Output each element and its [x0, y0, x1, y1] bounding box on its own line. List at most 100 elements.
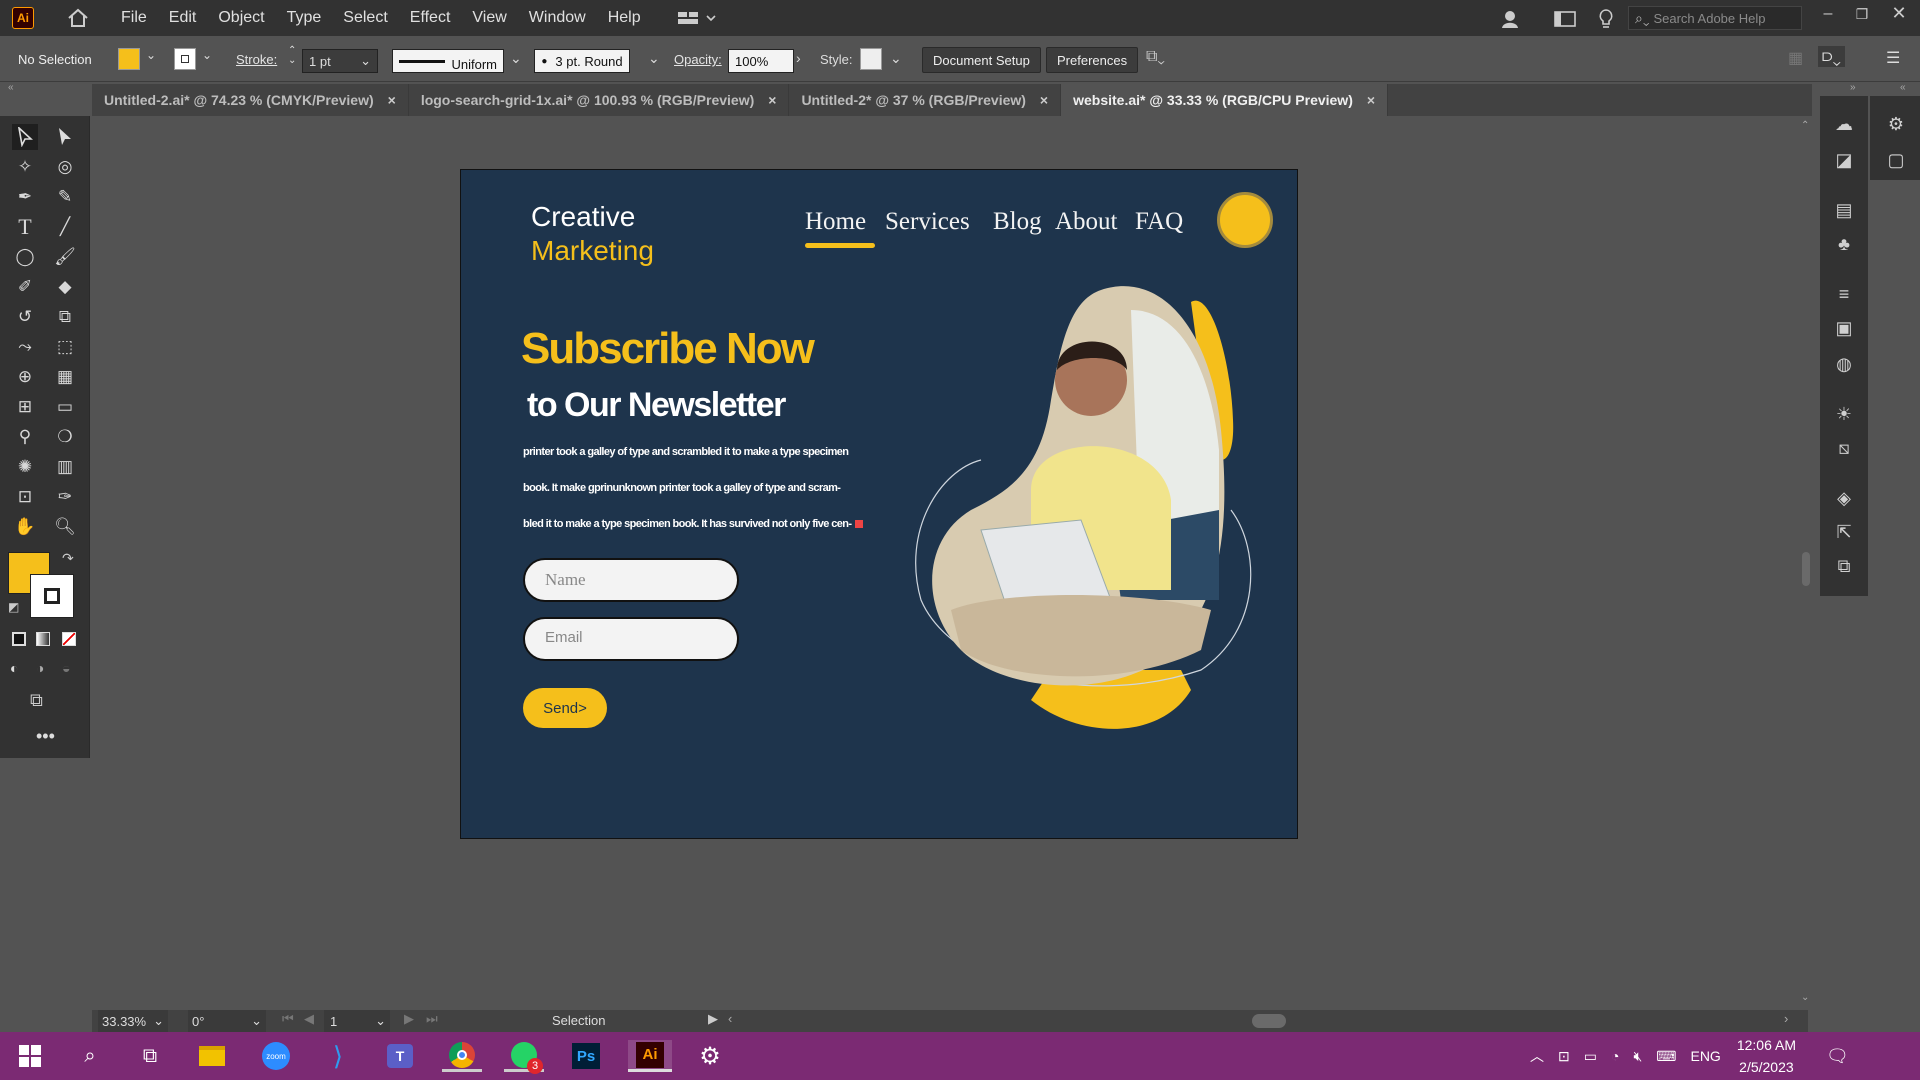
file-explorer-icon[interactable] — [192, 1040, 232, 1072]
default-colors-icon[interactable]: ◩ — [8, 600, 19, 614]
image-trace-icon[interactable]: ◪ — [1830, 148, 1858, 172]
minimize-window-icon[interactable]: – — [1818, 4, 1838, 24]
screen-mode-icon[interactable]: ⧉ — [30, 690, 43, 711]
prev-artboard-icon[interactable]: ◀ — [304, 1011, 314, 1027]
style-dropdown-icon[interactable]: ⌄ — [890, 50, 902, 67]
menu-type[interactable]: Type — [276, 9, 333, 27]
eraser-icon[interactable]: ◆ — [52, 274, 78, 300]
illustrator-icon[interactable]: Ai — [628, 1040, 672, 1072]
tab-untitled-2-rgb[interactable]: Untitled-2* @ 37 % (RGB/Preview) × — [789, 84, 1062, 116]
horizontal-scroll-thumb[interactable] — [1252, 1014, 1286, 1028]
wifi-icon[interactable]: ◔ — [1611, 1048, 1619, 1064]
artboard-tool-icon[interactable]: ⊡ — [12, 484, 38, 510]
name-input[interactable]: Name — [523, 558, 739, 602]
collapse-left-icon[interactable]: « — [8, 82, 14, 93]
zoom-field[interactable]: 33.33% ⌄ — [98, 1010, 168, 1032]
fill-dropdown-icon[interactable]: ⌄ — [146, 48, 156, 62]
shape-builder-icon[interactable]: ⊕ — [12, 364, 38, 390]
volume-muted-icon[interactable]: 🔇︎ — [1633, 1048, 1642, 1065]
opacity-arrow-icon[interactable]: › — [796, 50, 801, 66]
menu-edit[interactable]: Edit — [158, 9, 208, 27]
fill-swatch[interactable] — [118, 48, 140, 70]
profile-circle[interactable] — [1217, 192, 1273, 248]
menu-file[interactable]: File — [110, 9, 158, 27]
notification-icon[interactable]: 🗨︎ — [1826, 1046, 1849, 1067]
email-input[interactable]: Email — [523, 617, 739, 661]
close-window-icon[interactable]: ✕ — [1888, 2, 1910, 24]
user-icon[interactable] — [1498, 6, 1524, 32]
close-icon[interactable]: × — [768, 92, 776, 108]
brush-dropdown-icon[interactable]: ⌄ — [648, 50, 660, 67]
curvature-tool-icon[interactable]: ✎ — [52, 184, 78, 210]
graphic-style-swatch[interactable] — [860, 48, 882, 70]
libraries-icon[interactable]: ☁ — [1830, 112, 1858, 136]
line-tool-icon[interactable]: ╱ — [52, 214, 78, 240]
ellipse-tool-icon[interactable]: ◯ — [12, 244, 38, 270]
opacity-field[interactable]: 100% — [728, 49, 794, 73]
meet-now-icon[interactable]: ⊡ — [1558, 1048, 1570, 1065]
hand-tool-icon[interactable]: ✋ — [12, 514, 38, 540]
swap-colors-icon[interactable]: ↷ — [62, 550, 74, 567]
vscode-icon[interactable]: ⟩ — [318, 1040, 358, 1072]
next-artboard-icon[interactable]: ▶ — [404, 1011, 414, 1027]
menu-select[interactable]: Select — [332, 9, 398, 27]
collapse-right-icon[interactable]: » — [1850, 82, 1856, 93]
lightbulb-icon[interactable] — [1594, 6, 1618, 32]
document-setup-button[interactable]: Document Setup — [922, 47, 1041, 73]
cc-libraries-icon[interactable]: ▢ — [1882, 148, 1910, 172]
free-transform-icon[interactable]: ⬚ — [52, 334, 78, 360]
keyboard-icon[interactable]: ⌨ — [1656, 1048, 1676, 1065]
artboards-panel-icon[interactable]: ⧉ — [1830, 554, 1858, 578]
stroke-stepper-icon[interactable]: ⌃ ⌄ — [288, 46, 296, 66]
column-graph-icon[interactable]: ▥ — [52, 454, 78, 480]
menu-help[interactable]: Help — [597, 9, 652, 27]
variable-width-profile[interactable]: Uniform — [392, 49, 504, 73]
text-overflow-icon[interactable] — [855, 520, 864, 529]
more-tools-icon[interactable]: ••• — [36, 726, 55, 747]
lasso-icon[interactable]: ◎ — [52, 154, 78, 180]
send-button[interactable]: Send> — [523, 688, 607, 728]
nav-services[interactable]: Services — [885, 208, 970, 236]
none-mode-icon[interactable] — [62, 632, 76, 646]
collapse-right-icon-2[interactable]: « — [1900, 82, 1906, 93]
gradient-tool-icon[interactable]: ▭ — [52, 394, 78, 420]
draw-normal-icon[interactable]: ◐ — [10, 660, 18, 676]
first-artboard-icon[interactable]: ⏮ — [282, 1011, 294, 1027]
selection-tool-icon[interactable] — [12, 124, 38, 150]
magic-wand-icon[interactable]: ✧ — [12, 154, 38, 180]
whatsapp-icon[interactable]: 3 — [504, 1040, 544, 1074]
scroll-right-icon[interactable]: › — [1784, 1011, 1788, 1026]
tab-untitled-2[interactable]: Untitled-2.ai* @ 74.23 % (CMYK/Preview) × — [92, 84, 409, 116]
zoom-tool-icon[interactable]: 🔍︎ — [52, 514, 78, 540]
stroke-swatch[interactable] — [174, 48, 196, 70]
symbols-icon[interactable]: ♣ — [1830, 232, 1858, 256]
slice-tool-icon[interactable]: ✑ — [52, 484, 78, 510]
stroke-weight-field[interactable]: 1 pt ⌄ — [302, 49, 378, 73]
eyedropper-icon[interactable]: ⚲ — [12, 424, 38, 450]
transparency-icon[interactable]: ◍ — [1830, 352, 1858, 376]
rotate-tool-icon[interactable]: ↺ — [12, 304, 38, 330]
teams-icon[interactable]: T — [380, 1040, 420, 1072]
workspace-switcher-icon[interactable] — [674, 5, 720, 31]
battery-icon[interactable]: ▭ — [1584, 1048, 1597, 1065]
type-tool-icon[interactable]: T — [12, 214, 38, 240]
arrange-documents-icon[interactable] — [1552, 8, 1578, 30]
stroke-panel-icon[interactable]: ≡ — [1830, 282, 1858, 306]
perspective-grid-icon[interactable]: ▦ — [52, 364, 78, 390]
profile-dropdown-icon[interactable]: ⌄ — [510, 50, 522, 67]
vertical-scrollbar[interactable]: ⌃ ⌄ — [1800, 116, 1812, 1010]
menu-object[interactable]: Object — [207, 9, 275, 27]
opacity-label[interactable]: Opacity: — [674, 52, 722, 67]
rotation-field[interactable]: 0° ⌄ — [188, 1010, 266, 1032]
panel-menu-icon[interactable]: ☰ — [1886, 48, 1900, 68]
tray-overflow-icon[interactable]: ︿ — [1530, 1046, 1544, 1066]
pen-tool-icon[interactable]: ✒ — [12, 184, 38, 210]
restore-window-icon[interactable]: ❐ — [1852, 4, 1872, 24]
artboard-number-field[interactable]: 1 ⌄ — [324, 1010, 390, 1032]
close-icon[interactable]: × — [1367, 92, 1375, 108]
nav-blog[interactable]: Blog — [993, 208, 1042, 236]
task-view-icon[interactable]: ⧉ — [130, 1040, 170, 1072]
appearance-icon[interactable]: ☀ — [1830, 402, 1858, 426]
stroke-dropdown-icon[interactable]: ⌄ — [202, 48, 212, 62]
windows-start-icon[interactable] — [10, 1040, 50, 1072]
